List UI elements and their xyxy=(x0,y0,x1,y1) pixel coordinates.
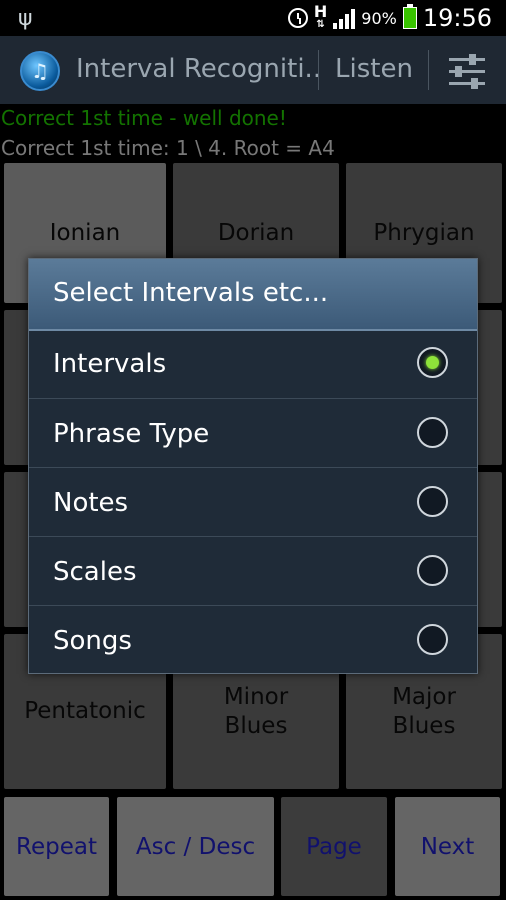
network-type: H ⇅ xyxy=(313,2,328,31)
divider xyxy=(428,50,429,90)
option-songs[interactable]: Songs xyxy=(29,605,477,675)
battery-icon xyxy=(402,4,417,29)
action-bar: ♫ Interval Recogniti.. Listen xyxy=(0,36,506,104)
usb-icon: ψ xyxy=(18,6,33,31)
settings-sliders-icon[interactable] xyxy=(447,54,487,89)
clock: 19:56 xyxy=(422,4,492,32)
listen-button[interactable]: Listen xyxy=(335,54,413,84)
option-notes[interactable]: Notes xyxy=(29,467,477,537)
option-intervals[interactable]: Intervals xyxy=(29,329,477,398)
option-label: Intervals xyxy=(53,349,167,379)
battery-percent: 90% xyxy=(361,8,397,28)
divider xyxy=(318,50,319,90)
status-right: H ⇅ 90% 19:56 xyxy=(287,2,492,33)
option-label: Notes xyxy=(53,488,129,518)
option-label: Scales xyxy=(53,557,137,587)
radio-unselected-icon[interactable] xyxy=(417,555,448,586)
app-title[interactable]: Interval Recogniti.. xyxy=(76,54,321,84)
radio-unselected-icon[interactable] xyxy=(417,486,448,517)
option-label: Songs xyxy=(53,626,132,656)
radio-unselected-icon[interactable] xyxy=(417,417,448,448)
select-dialog: Select Intervals etc... Intervals Phrase… xyxy=(28,258,478,674)
dialog-title: Select Intervals etc... xyxy=(53,278,329,308)
dialog-title-bar: Select Intervals etc... xyxy=(29,259,477,331)
radio-selected-icon[interactable] xyxy=(417,347,448,378)
signal-icon xyxy=(333,7,356,29)
app-logo-icon[interactable]: ♫ xyxy=(20,51,60,91)
radio-unselected-icon[interactable] xyxy=(417,624,448,655)
option-scales[interactable]: Scales xyxy=(29,536,477,606)
status-bar: ψ H ⇅ 90% 19:56 xyxy=(0,0,506,36)
option-label: Phrase Type xyxy=(53,419,210,449)
option-phrase-type[interactable]: Phrase Type xyxy=(29,398,477,468)
alarm-icon xyxy=(287,8,308,28)
